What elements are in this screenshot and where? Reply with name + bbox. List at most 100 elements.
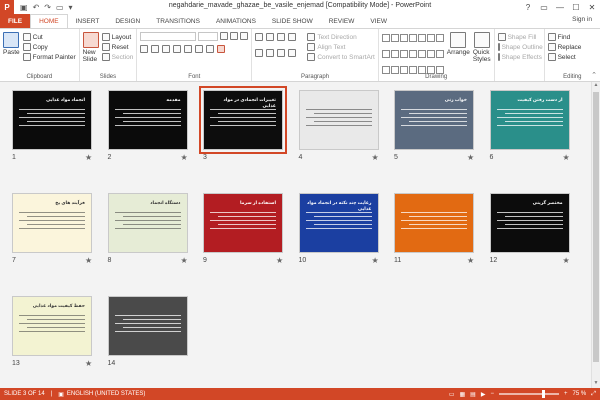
italic-icon[interactable]	[151, 45, 160, 53]
shape-icon[interactable]	[408, 50, 417, 58]
slide-thumbnail[interactable]: استفاده از سرما	[203, 193, 283, 253]
animation-indicator-icon[interactable]: ★	[181, 153, 188, 162]
section-button[interactable]: Section	[101, 52, 133, 62]
slide-thumbnail[interactable]: حفظ کیفیت مواد غذایی	[12, 296, 92, 356]
shape-icon[interactable]	[417, 34, 426, 42]
increase-font-icon[interactable]	[220, 32, 229, 40]
font-color-icon[interactable]	[217, 45, 226, 53]
underline-icon[interactable]	[162, 45, 171, 53]
ribbon-display-options-icon[interactable]: ▭	[536, 0, 552, 14]
tab-transitions[interactable]: TRANSITIONS	[148, 14, 208, 28]
shape-icon[interactable]	[381, 34, 390, 42]
layout-button[interactable]: Layout	[101, 32, 134, 42]
numbering-icon[interactable]	[266, 33, 275, 41]
shape-icon[interactable]	[399, 50, 408, 58]
animation-indicator-icon[interactable]: ★	[467, 256, 474, 265]
scroll-down-icon[interactable]: ▼	[592, 380, 600, 388]
tab-home[interactable]: HOME	[30, 14, 68, 28]
collapse-ribbon-icon[interactable]: ⌃	[591, 71, 597, 79]
justify-icon[interactable]	[288, 48, 297, 57]
save-icon[interactable]: ▣	[20, 3, 28, 12]
align-text-button[interactable]: Align Text	[307, 42, 374, 52]
strikethrough-icon[interactable]	[184, 45, 193, 53]
slide-thumbnail[interactable]: رعایت چند نکته در انجماد مواد غذایی	[298, 193, 379, 253]
start-from-beginning-icon[interactable]: ▭	[56, 3, 64, 12]
shape-icon[interactable]	[408, 34, 417, 42]
shadow-icon[interactable]	[173, 45, 182, 53]
scroll-thumb[interactable]	[593, 92, 599, 362]
slide-thumbnail[interactable]	[107, 296, 188, 356]
slide-thumbnail[interactable]: مقدمه	[107, 90, 188, 150]
fit-slide-icon[interactable]: ⤢	[591, 391, 596, 398]
slide-show-view-icon[interactable]: ▶	[481, 391, 486, 398]
shape-icon[interactable]	[408, 66, 417, 74]
shape-effects-button[interactable]: Shape Effects	[497, 52, 542, 62]
vertical-scrollbar[interactable]: ▲ ▼	[591, 82, 600, 388]
zoom-slider[interactable]	[498, 390, 559, 398]
normal-view-icon[interactable]: ▭	[449, 391, 455, 398]
shape-icon[interactable]	[426, 66, 435, 74]
close-icon[interactable]: ✕	[584, 0, 600, 14]
shape-icon[interactable]	[435, 50, 444, 58]
align-left-icon[interactable]	[255, 48, 264, 57]
shape-fill-button[interactable]: Shape Fill	[497, 32, 541, 42]
shape-icon[interactable]	[435, 34, 444, 42]
animation-indicator-icon[interactable]: ★	[563, 153, 570, 162]
replace-button[interactable]: Replace	[547, 42, 597, 52]
animation-indicator-icon[interactable]: ★	[85, 359, 92, 368]
minimize-icon[interactable]: —	[552, 0, 568, 14]
slide-thumbnail[interactable]	[394, 193, 474, 253]
font-size-combo[interactable]	[198, 32, 219, 41]
slide-thumbnail[interactable]: دستگاه انجماد	[107, 193, 188, 253]
animation-indicator-icon[interactable]: ★	[372, 256, 379, 265]
maximize-icon[interactable]: ☐	[568, 0, 584, 14]
language-indicator[interactable]: ENGLISH (UNITED STATES)	[67, 391, 145, 397]
tab-file[interactable]: FILE	[0, 14, 31, 28]
bold-icon[interactable]	[140, 45, 149, 53]
slide-thumbnail[interactable]	[298, 90, 379, 150]
shape-icon[interactable]	[426, 50, 435, 58]
tab-view[interactable]: VIEW	[362, 14, 395, 28]
bullets-icon[interactable]	[255, 33, 264, 41]
slide-thumbnail[interactable]: فرآیند های یخ	[12, 193, 92, 253]
shape-icon[interactable]	[390, 66, 399, 74]
tab-design[interactable]: DESIGN	[107, 14, 148, 28]
tab-insert[interactable]: INSERT	[68, 14, 108, 28]
font-name-combo[interactable]	[140, 32, 197, 41]
zoom-in-icon[interactable]: +	[564, 391, 568, 397]
text-direction-button[interactable]: Text Direction	[307, 32, 374, 42]
reading-view-icon[interactable]: ▤	[470, 391, 476, 398]
zoom-slider-knob[interactable]	[542, 390, 546, 398]
animation-indicator-icon[interactable]: ★	[276, 256, 283, 265]
cut-button[interactable]: Cut	[22, 32, 76, 42]
sign-in-link[interactable]: Sign in	[572, 16, 592, 23]
tab-slide-show[interactable]: SLIDE SHOW	[264, 14, 321, 28]
shape-icon[interactable]	[390, 34, 399, 42]
decrease-font-icon[interactable]	[230, 32, 239, 40]
reset-button[interactable]: Reset	[101, 42, 134, 52]
zoom-out-icon[interactable]: −	[490, 391, 494, 397]
select-button[interactable]: Select	[547, 52, 597, 62]
animation-indicator-icon[interactable]: ★	[85, 153, 92, 162]
shape-outline-button[interactable]: Shape Outline	[497, 42, 543, 52]
help-icon[interactable]: ?	[520, 0, 536, 14]
shape-icon[interactable]	[426, 34, 435, 42]
align-right-icon[interactable]	[277, 48, 286, 57]
slide-thumbnail[interactable]: انجماد مواد غذایی	[12, 90, 92, 150]
shape-icon[interactable]	[435, 66, 444, 74]
align-center-icon[interactable]	[266, 48, 275, 57]
clear-formatting-icon[interactable]	[240, 32, 249, 40]
character-spacing-icon[interactable]	[195, 45, 204, 53]
shape-icon[interactable]	[417, 50, 426, 58]
animation-indicator-icon[interactable]: ★	[181, 256, 188, 265]
shape-icon[interactable]	[381, 66, 390, 74]
tab-animations[interactable]: ANIMATIONS	[208, 14, 264, 28]
tab-review[interactable]: REVIEW	[321, 14, 363, 28]
find-button[interactable]: Find	[547, 32, 597, 42]
shape-icon[interactable]	[399, 66, 408, 74]
scroll-up-icon[interactable]: ▲	[592, 82, 600, 90]
zoom-level[interactable]: 75 %	[573, 391, 587, 397]
animation-indicator-icon[interactable]: ★	[85, 256, 92, 265]
shape-icon[interactable]	[417, 66, 426, 74]
copy-button[interactable]: Copy	[22, 42, 76, 52]
